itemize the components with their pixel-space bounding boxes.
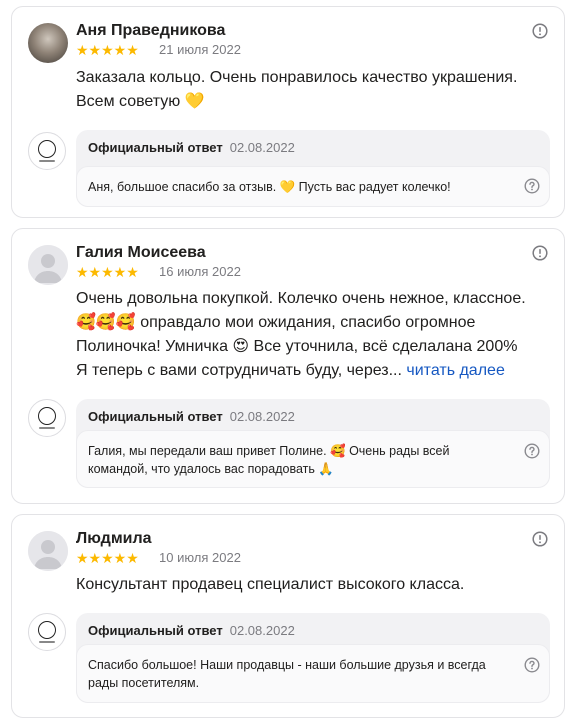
review-card: Галия Моисеева ★★★★★ 16 июля 2022 Очень … — [11, 228, 565, 504]
rating-stars: ★★★★★ — [76, 264, 139, 280]
reply-header: Официальный ответ 02.08.2022 — [88, 623, 295, 639]
reply-text-line: рады посетителям. — [88, 676, 200, 690]
author-name[interactable]: Аня Праведникова — [76, 22, 225, 40]
org-logo-icon — [28, 132, 66, 170]
review-text-line: Очень довольна покупкой. Колечко очень н… — [76, 290, 526, 307]
org-logo-icon — [28, 399, 66, 437]
reply-text: Спасибо большое! Наши продавцы - наши бо… — [88, 656, 508, 692]
review-text: Консультант продавец специалист высокого… — [76, 573, 546, 597]
official-reply: Официальный ответ 02.08.2022 Аня, большое… — [76, 130, 550, 207]
reply-label: Официальный ответ — [88, 409, 223, 424]
user-avatar-icon[interactable] — [28, 531, 68, 571]
reply-text-line: Спасибо большое! Наши продавцы - наши бо… — [88, 658, 486, 672]
org-logo-icon — [28, 613, 66, 651]
question-icon[interactable] — [524, 443, 540, 459]
review-text-line: Заказала кольцо. Очень понравилось качес… — [76, 69, 518, 86]
reply-body: Аня, большое спасибо за отзыв. 💛 Пусть в… — [76, 166, 550, 207]
review-card: Аня Праведникова ★★★★★ 21 июля 2022 Зака… — [11, 6, 565, 218]
question-icon[interactable] — [524, 657, 540, 673]
info-icon[interactable] — [532, 245, 548, 261]
review-text-line: Консультант продавец специалист высокого… — [76, 576, 465, 593]
official-reply: Официальный ответ 02.08.2022 Галия, мы пе… — [76, 399, 550, 488]
review-text: Очень довольна покупкой. Колечко очень н… — [76, 287, 546, 383]
review-date: 10 июля 2022 — [159, 550, 241, 565]
user-avatar-icon[interactable] — [28, 245, 68, 285]
review-text-line: 🥰🥰🥰 оправдало мои ожидания, спасибо огро… — [76, 314, 476, 331]
reply-body: Галия, мы передали ваш привет Полине. 🥰 … — [76, 430, 550, 488]
reply-text-line: Галия, мы передали ваш привет Полине. 🥰 … — [88, 444, 450, 458]
reply-text-line: командой, что удалось вас порадовать 🙏 — [88, 462, 334, 476]
reply-date: 02.08.2022 — [229, 623, 295, 638]
review-date: 21 июля 2022 — [159, 42, 241, 57]
review-text: Заказала кольцо. Очень понравилось качес… — [76, 66, 546, 114]
rating-stars: ★★★★★ — [76, 42, 139, 58]
question-icon[interactable] — [524, 178, 540, 194]
review-text-line: Я теперь с вами сотрудничать буду, через… — [76, 362, 402, 379]
reply-date: 02.08.2022 — [229, 140, 295, 155]
review-card: Людмила ★★★★★ 10 июля 2022 Консультант п… — [11, 514, 565, 718]
reply-text: Аня, большое спасибо за отзыв. 💛 Пусть в… — [88, 178, 508, 196]
reply-header: Официальный ответ 02.08.2022 — [88, 140, 295, 156]
review-text-line: Всем советую 💛 — [76, 93, 205, 110]
review-text-line: Полиночка! Умничка 😍 Все уточнила, всё с… — [76, 338, 518, 355]
reply-text: Галия, мы передали ваш привет Полине. 🥰 … — [88, 442, 508, 478]
official-reply: Официальный ответ 02.08.2022 Спасибо боль… — [76, 613, 550, 703]
reply-body: Спасибо большое! Наши продавцы - наши бо… — [76, 644, 550, 703]
author-name[interactable]: Галия Моисеева — [76, 244, 206, 262]
info-icon[interactable] — [532, 23, 548, 39]
rating-stars: ★★★★★ — [76, 550, 139, 566]
reply-label: Официальный ответ — [88, 140, 223, 155]
reply-date: 02.08.2022 — [229, 409, 295, 424]
read-more-link[interactable]: читать далее — [406, 362, 504, 379]
author-avatar[interactable] — [28, 23, 68, 63]
reply-text-line: Аня, большое спасибо за отзыв. 💛 Пусть в… — [88, 180, 451, 194]
author-name[interactable]: Людмила — [76, 530, 152, 548]
review-date: 16 июля 2022 — [159, 264, 241, 279]
reply-label: Официальный ответ — [88, 623, 223, 638]
info-icon[interactable] — [532, 531, 548, 547]
reply-header: Официальный ответ 02.08.2022 — [88, 409, 295, 425]
